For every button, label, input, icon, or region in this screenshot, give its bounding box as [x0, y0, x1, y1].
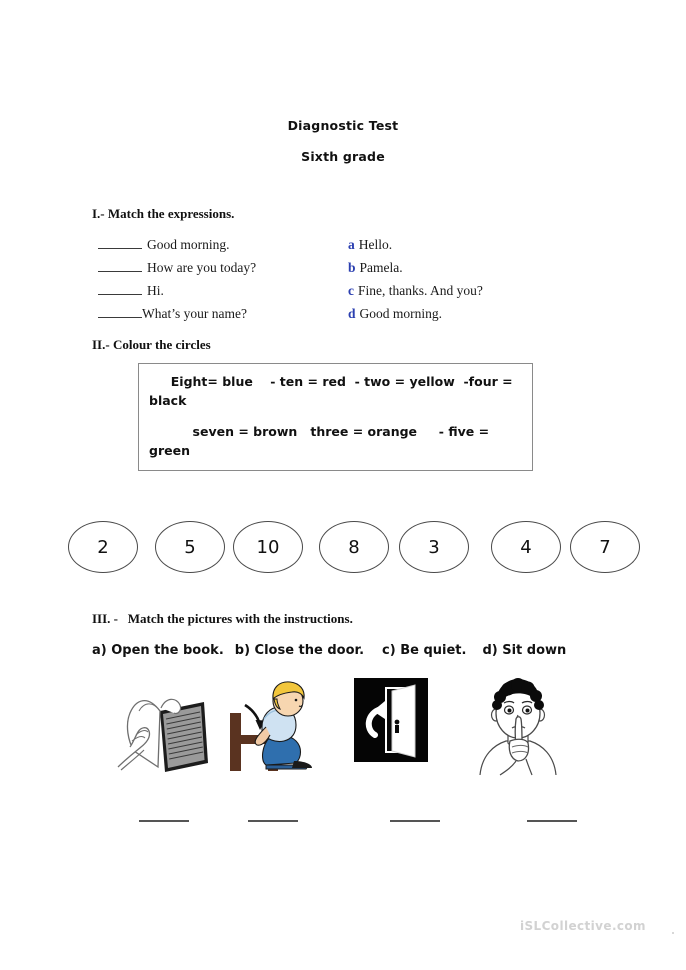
title-block: Diagnostic Test Sixth grade	[0, 118, 686, 164]
number-circle-4[interactable]: 8	[319, 521, 389, 573]
answer-blank-1[interactable]	[98, 236, 142, 249]
watermark-text: iSLCollective.com	[520, 919, 646, 933]
match-prompt-label: Hi.	[147, 283, 164, 298]
picture-sit-down	[222, 675, 322, 785]
option-text-d: Good morning.	[359, 306, 443, 321]
match-option-row: b Pamela.	[348, 256, 608, 279]
section-three-heading: III. - Match the pictures with the instr…	[92, 611, 353, 626]
answer-blank-2[interactable]	[98, 259, 142, 272]
answer-blank-4[interactable]	[98, 305, 142, 318]
picture-answer-blank-2[interactable]	[248, 820, 298, 822]
option-text-a: Hello.	[358, 237, 393, 252]
match-prompt-row: What’s your name?	[98, 302, 348, 325]
picture-be-quiet	[472, 675, 564, 785]
match-prompt-label: How are you today?	[147, 260, 257, 275]
match-prompt-row: Good morning.	[98, 233, 348, 256]
match-option-row: a Hello.	[348, 233, 608, 256]
instruction-b: b) Close the door.	[234, 643, 365, 658]
be-quiet-icon	[479, 678, 557, 776]
number-circle-2[interactable]: 5	[155, 521, 225, 573]
instructions-row: a) Open the book. b) Close the door. c) Be…	[92, 643, 566, 658]
page-title: Diagnostic Test	[287, 118, 399, 133]
answer-blank-3[interactable]	[98, 282, 142, 295]
number-circles-row: 2 5 10 8 3 4 7	[68, 521, 640, 575]
sit-down-icon	[230, 681, 312, 771]
match-prompts-column: Good morning. How are you today? Hi. Wha…	[98, 233, 348, 325]
number-circle-7[interactable]: 7	[570, 521, 640, 573]
picture-row	[0, 675, 686, 785]
option-letter-a: a	[348, 237, 355, 252]
match-prompt-label: Good morning.	[147, 237, 230, 252]
colour-key-line-1: Eight= blue - ten = red - two = yellow -…	[149, 374, 517, 408]
option-letter-d: d	[348, 306, 356, 321]
option-letter-b: b	[348, 260, 356, 275]
match-prompt-row: How are you today?	[98, 256, 348, 279]
close-door-icon	[354, 678, 428, 762]
watermark-dot	[672, 932, 674, 934]
worksheet-page: Diagnostic Test Sixth grade I.- Match th…	[0, 0, 686, 970]
match-prompt-row: Hi.	[98, 279, 348, 302]
colour-key-box: Eight= blue - ten = red - two = yellow -…	[138, 363, 533, 471]
page-subtitle: Sixth grade	[301, 149, 385, 164]
number-circle-6[interactable]: 4	[491, 521, 561, 573]
option-letter-c: c	[348, 283, 354, 298]
match-options-column: a Hello. b Pamela. c Fine, thanks. And you?…	[348, 233, 608, 325]
match-option-row: c Fine, thanks. And you?	[348, 279, 608, 302]
section-one-heading: I.- Match the expressions.	[92, 206, 235, 221]
number-circle-1[interactable]: 2	[68, 521, 138, 573]
picture-answer-blank-4[interactable]	[527, 820, 577, 822]
option-text-c: Fine, thanks. And you?	[358, 283, 483, 298]
picture-answer-blank-3[interactable]	[390, 820, 440, 822]
instruction-c: c) Be quiet.	[382, 643, 467, 658]
option-text-b: Pamela.	[359, 260, 403, 275]
match-prompt-label: What’s your name?	[142, 306, 247, 321]
colour-key-line-2: seven = brown three = orange - five = gr…	[149, 424, 494, 458]
number-circle-5[interactable]: 3	[399, 521, 469, 573]
section-two-heading: II.- Colour the circles	[92, 337, 211, 352]
match-option-row: d Good morning.	[348, 302, 608, 325]
instruction-d: d) Sit down	[482, 643, 567, 658]
number-circle-3[interactable]: 10	[233, 521, 303, 573]
instruction-a: a) Open the book.	[92, 643, 224, 658]
picture-close-door	[351, 675, 433, 780]
picture-open-book	[108, 675, 216, 785]
picture-answer-blank-1[interactable]	[139, 820, 189, 822]
picture-answer-blanks	[0, 820, 686, 830]
open-book-icon	[117, 698, 208, 772]
